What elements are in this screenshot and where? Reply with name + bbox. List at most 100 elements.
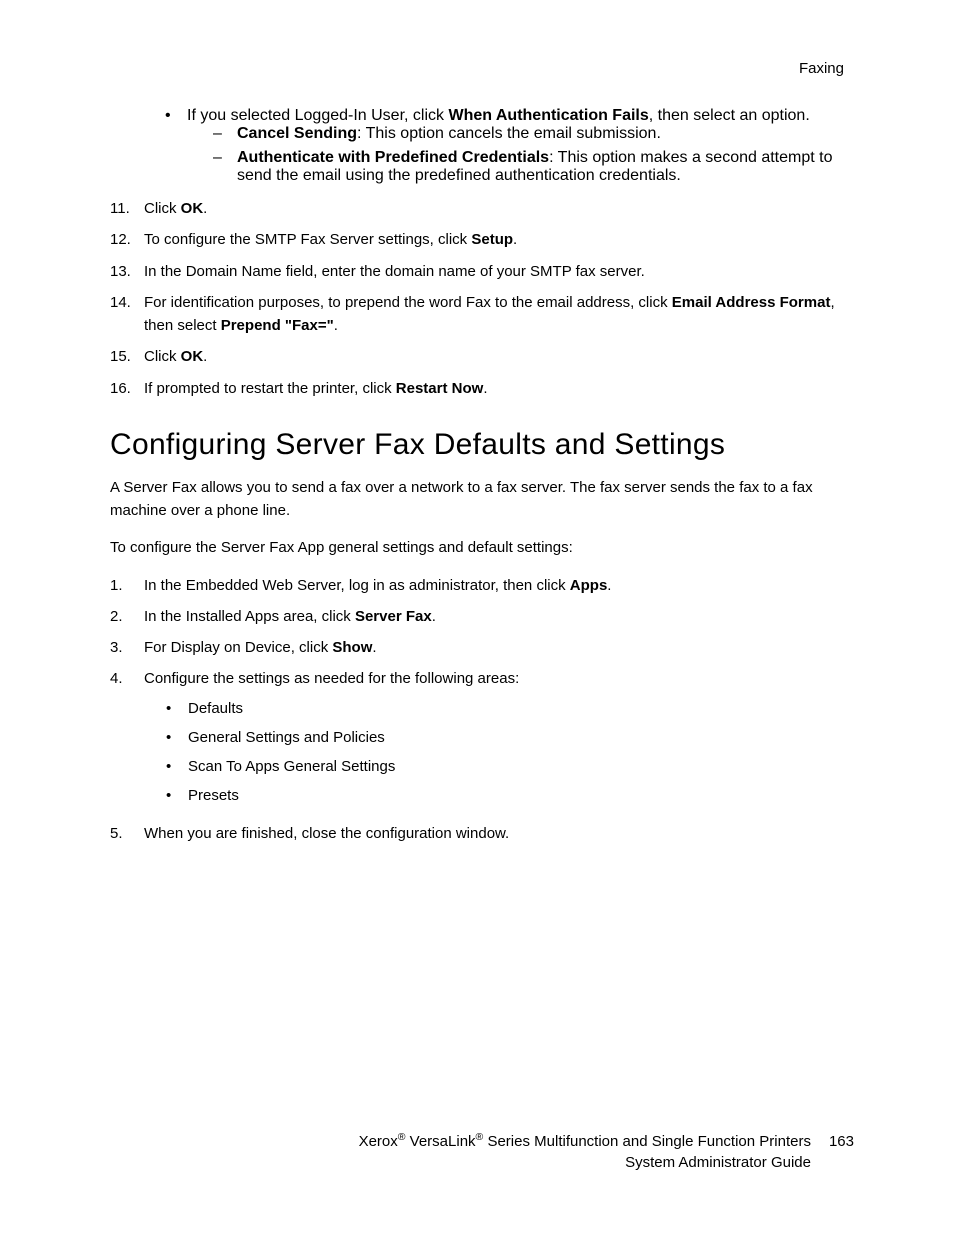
- footer-line-2: System Administrator Guide163: [359, 1152, 854, 1173]
- page-footer: Xerox® VersaLink® Series Multifunction a…: [359, 1130, 854, 1173]
- text: To configure the SMTP Fax Server setting…: [144, 231, 471, 248]
- running-header: Faxing: [110, 60, 854, 77]
- bold-text: OK: [181, 348, 204, 365]
- brand: Xerox: [359, 1133, 398, 1150]
- step-number: 12.: [110, 228, 144, 251]
- numbered-list-config: 1.In the Embedded Web Server, log in as …: [110, 574, 854, 845]
- page-number: 163: [829, 1131, 854, 1152]
- step-content: In the Installed Apps area, click Server…: [144, 605, 854, 628]
- bullet-text: Presets: [188, 784, 239, 807]
- step-1: 1.In the Embedded Web Server, log in as …: [110, 574, 854, 597]
- text: : This option cancels the email submissi…: [357, 125, 661, 142]
- step-content: For Display on Device, click Show.: [144, 636, 854, 659]
- step-11: 11.Click OK.: [110, 197, 854, 220]
- step-number: 4.: [110, 667, 144, 813]
- step-content: For identification purposes, to prepend …: [144, 291, 854, 338]
- sub-bullet: •Defaults: [166, 697, 854, 720]
- step-number: 15.: [110, 345, 144, 368]
- text: In the Installed Apps area, click: [144, 608, 355, 625]
- step-13: 13.In the Domain Name field, enter the d…: [110, 260, 854, 283]
- bold-text: Apps: [570, 577, 608, 594]
- bullet-text: Scan To Apps General Settings: [188, 755, 395, 778]
- step-12: 12.To configure the SMTP Fax Server sett…: [110, 228, 854, 251]
- sub-bullet: •Scan To Apps General Settings: [166, 755, 854, 778]
- text: For Display on Device, click: [144, 639, 332, 656]
- brand: VersaLink: [406, 1133, 476, 1150]
- step-content: When you are finished, close the configu…: [144, 822, 854, 845]
- step-number: 13.: [110, 260, 144, 283]
- numbered-list-top: 11.Click OK. 12.To configure the SMTP Fa…: [110, 197, 854, 400]
- bullet-icon: •: [166, 755, 188, 778]
- text: , then select an option.: [649, 107, 810, 124]
- bullet-item: • If you selected Logged-In User, click …: [165, 107, 854, 191]
- dash-list: – Cancel Sending: This option cancels th…: [213, 125, 854, 185]
- bullet-icon: •: [165, 107, 187, 191]
- bullet-text: Defaults: [188, 697, 243, 720]
- step-4: 4. Configure the settings as needed for …: [110, 667, 854, 813]
- section-heading: Configuring Server Fax Defaults and Sett…: [110, 428, 854, 462]
- step-number: 14.: [110, 291, 144, 338]
- dash-icon: –: [213, 125, 237, 143]
- step-number: 1.: [110, 574, 144, 597]
- step-15: 15.Click OK.: [110, 345, 854, 368]
- text: Click: [144, 200, 181, 217]
- step-content: In the Domain Name field, enter the doma…: [144, 260, 854, 283]
- step-content: Click OK.: [144, 345, 854, 368]
- bullet-icon: •: [166, 784, 188, 807]
- text: Series Multifunction and Single Function…: [483, 1133, 811, 1150]
- bold-text: Email Address Format: [672, 294, 831, 311]
- sub-bullet-list: •Defaults •General Settings and Policies…: [166, 697, 854, 808]
- bold-text: Show: [332, 639, 372, 656]
- step-number: 11.: [110, 197, 144, 220]
- footer-line-1: Xerox® VersaLink® Series Multifunction a…: [359, 1130, 854, 1152]
- text: For identification purposes, to prepend …: [144, 294, 672, 311]
- bullet-icon: •: [166, 726, 188, 749]
- bold-text: Prepend "Fax=": [221, 317, 334, 334]
- text: .: [607, 577, 611, 594]
- dash-icon: –: [213, 149, 237, 185]
- bold-text: Setup: [471, 231, 513, 248]
- text: If you selected Logged-In User, click: [187, 107, 448, 124]
- dash-content: Cancel Sending: This option cancels the …: [237, 125, 661, 143]
- bold-text: OK: [181, 200, 204, 217]
- step-content: If prompted to restart the printer, clic…: [144, 377, 854, 400]
- step-number: 2.: [110, 605, 144, 628]
- bullet-content: If you selected Logged-In User, click Wh…: [187, 107, 854, 191]
- step-content: Configure the settings as needed for the…: [144, 667, 854, 813]
- dash-item: – Authenticate with Predefined Credentia…: [213, 149, 854, 185]
- dash-item: – Cancel Sending: This option cancels th…: [213, 125, 854, 143]
- bold-text: Authenticate with Predefined Credentials: [237, 149, 549, 166]
- text: .: [432, 608, 436, 625]
- intro-paragraph-2: To configure the Server Fax App general …: [110, 536, 854, 559]
- step-2: 2.In the Installed Apps area, click Serv…: [110, 605, 854, 628]
- step-5: 5.When you are finished, close the confi…: [110, 822, 854, 845]
- text: System Administrator Guide: [625, 1154, 811, 1171]
- text: .: [334, 317, 338, 334]
- bold-text: Cancel Sending: [237, 125, 357, 142]
- text: .: [203, 200, 207, 217]
- text: .: [513, 231, 517, 248]
- step-14: 14.For identification purposes, to prepe…: [110, 291, 854, 338]
- text: In the Embedded Web Server, log in as ad…: [144, 577, 570, 594]
- nested-bullet-list: • If you selected Logged-In User, click …: [165, 107, 854, 191]
- step-content: To configure the SMTP Fax Server setting…: [144, 228, 854, 251]
- intro-paragraph-1: A Server Fax allows you to send a fax ov…: [110, 476, 854, 523]
- dash-content: Authenticate with Predefined Credentials…: [237, 149, 854, 185]
- step-number: 16.: [110, 377, 144, 400]
- registered-icon: ®: [398, 1131, 406, 1143]
- text: .: [372, 639, 376, 656]
- text: .: [483, 380, 487, 397]
- step-number: 3.: [110, 636, 144, 659]
- bullet-icon: •: [166, 697, 188, 720]
- step-content: Click OK.: [144, 197, 854, 220]
- document-page: Faxing • If you selected Logged-In User,…: [0, 0, 954, 1235]
- step-content: In the Embedded Web Server, log in as ad…: [144, 574, 854, 597]
- text: .: [203, 348, 207, 365]
- step-16: 16.If prompted to restart the printer, c…: [110, 377, 854, 400]
- step-3: 3.For Display on Device, click Show.: [110, 636, 854, 659]
- bold-text: Server Fax: [355, 608, 432, 625]
- bold-text: Restart Now: [396, 380, 484, 397]
- sub-bullet: •Presets: [166, 784, 854, 807]
- text: Click: [144, 348, 181, 365]
- step-number: 5.: [110, 822, 144, 845]
